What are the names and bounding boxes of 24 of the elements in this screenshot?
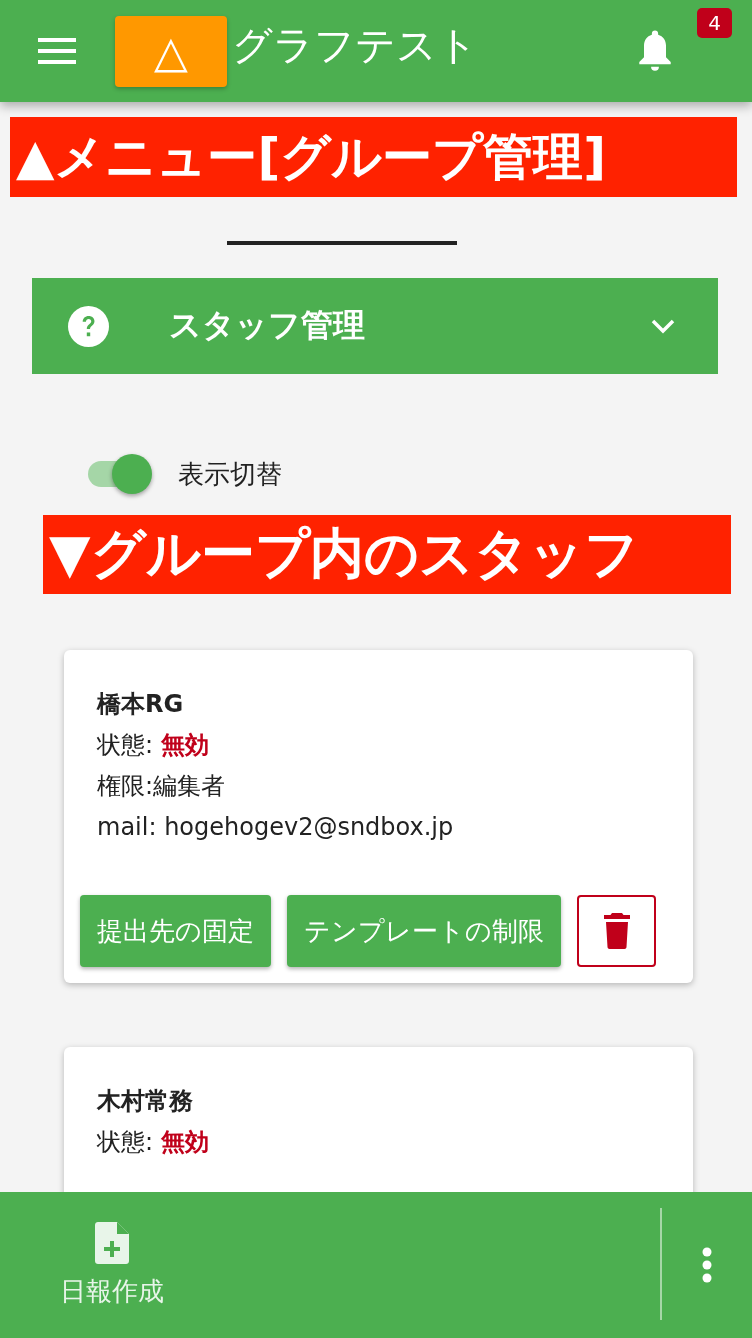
action-button[interactable]: テンプレートの制限 — [287, 895, 561, 967]
mail-text: mail: hogehogev2@sndbox.jp — [96, 812, 455, 843]
notification-count-badge: 4 — [697, 8, 732, 38]
section-title: スタッフ管理 — [169, 305, 366, 346]
role-text: 権限:編集者 — [96, 771, 227, 802]
status-text: 状態: 無効 — [96, 1127, 210, 1158]
trash-icon — [603, 913, 630, 949]
delete-button[interactable] — [577, 895, 656, 967]
annotation-banner: ▲メニュー[グループ管理] — [10, 117, 737, 197]
create-report-button[interactable]: 日報作成 — [56, 1192, 168, 1338]
staff-name: 橋本RG — [95, 689, 185, 720]
app-logo[interactable]: △ — [115, 15, 227, 87]
status-text: 状態: 無効 — [96, 730, 210, 761]
menu-icon[interactable] — [38, 37, 76, 65]
add-document-icon — [95, 1221, 129, 1264]
help-icon[interactable] — [68, 305, 109, 347]
action-button[interactable]: 提出先の固定 — [80, 895, 271, 967]
notification-bell-icon[interactable] — [636, 29, 674, 73]
chevron-icon[interactable] — [650, 318, 676, 334]
app-title: グラフテスト — [232, 20, 478, 70]
more-icon[interactable] — [701, 1247, 713, 1283]
staff-name: 木村常務 — [96, 1086, 194, 1117]
annotation-banner: ▼グループ内のスタッフ — [43, 515, 731, 594]
toggle-label: 表示切替 — [178, 457, 282, 491]
